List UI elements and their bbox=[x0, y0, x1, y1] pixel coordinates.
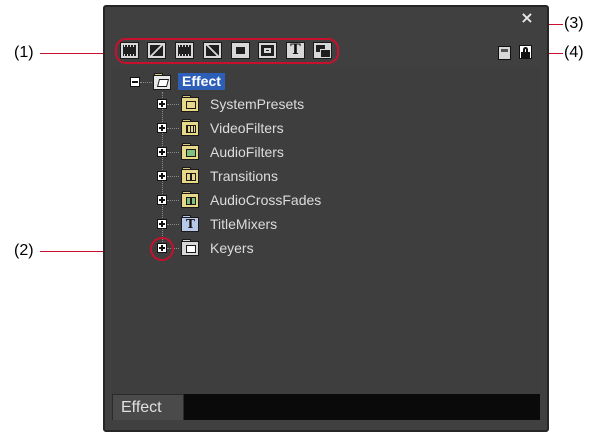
tree-item-audio-filters[interactable]: AudioFilters bbox=[210, 144, 284, 160]
callout-4: (4) bbox=[564, 44, 584, 61]
toolbar-group-highlight bbox=[115, 38, 339, 64]
folder-icon bbox=[181, 191, 199, 208]
tree-connector bbox=[167, 128, 179, 129]
tree-connector bbox=[167, 224, 179, 225]
tree-item-transitions[interactable]: Transitions bbox=[210, 168, 278, 184]
title-folder-icon: T bbox=[181, 215, 199, 232]
close-icon[interactable]: × bbox=[517, 10, 537, 26]
tree-connector bbox=[167, 152, 179, 153]
expand-highlight-ring bbox=[150, 237, 174, 261]
expand-icon[interactable] bbox=[157, 99, 167, 109]
folder-icon bbox=[181, 239, 199, 256]
folder-icon bbox=[181, 167, 199, 184]
folder-icon bbox=[181, 95, 199, 112]
tree-connector bbox=[167, 176, 179, 177]
tree-connector bbox=[140, 82, 152, 83]
callout-3: (3) bbox=[564, 15, 584, 32]
expand-icon[interactable] bbox=[157, 123, 167, 133]
folder-icon bbox=[181, 119, 199, 136]
callout-1: (1) bbox=[14, 44, 34, 61]
tree-connector bbox=[167, 200, 179, 201]
lock-icon[interactable] bbox=[519, 45, 532, 59]
callout-2: (2) bbox=[14, 242, 34, 259]
expand-icon[interactable] bbox=[157, 195, 167, 205]
expand-icon[interactable] bbox=[157, 219, 167, 229]
collapse-icon[interactable] bbox=[130, 77, 140, 87]
tree-item-keyers[interactable]: Keyers bbox=[210, 240, 254, 256]
tree-item-title-mixers[interactable]: TitleMixers bbox=[210, 216, 277, 232]
tree-item-audio-crossfades[interactable]: AudioCrossFades bbox=[210, 192, 321, 208]
tree-panel bbox=[112, 68, 540, 394]
tree-item-video-filters[interactable]: VideoFilters bbox=[210, 120, 284, 136]
tree-root-label[interactable]: Effect bbox=[178, 73, 225, 90]
tree-item-system-presets[interactable]: SystemPresets bbox=[210, 96, 304, 112]
view-toggle-icon[interactable] bbox=[498, 46, 511, 60]
tree-connector bbox=[167, 104, 179, 105]
expand-icon[interactable] bbox=[157, 171, 167, 181]
expand-icon[interactable] bbox=[157, 147, 167, 157]
root-folder-icon bbox=[153, 73, 171, 90]
title-t-icon: T bbox=[186, 217, 195, 231]
folder-icon bbox=[181, 143, 199, 160]
tab-effect[interactable]: Effect bbox=[112, 394, 184, 420]
